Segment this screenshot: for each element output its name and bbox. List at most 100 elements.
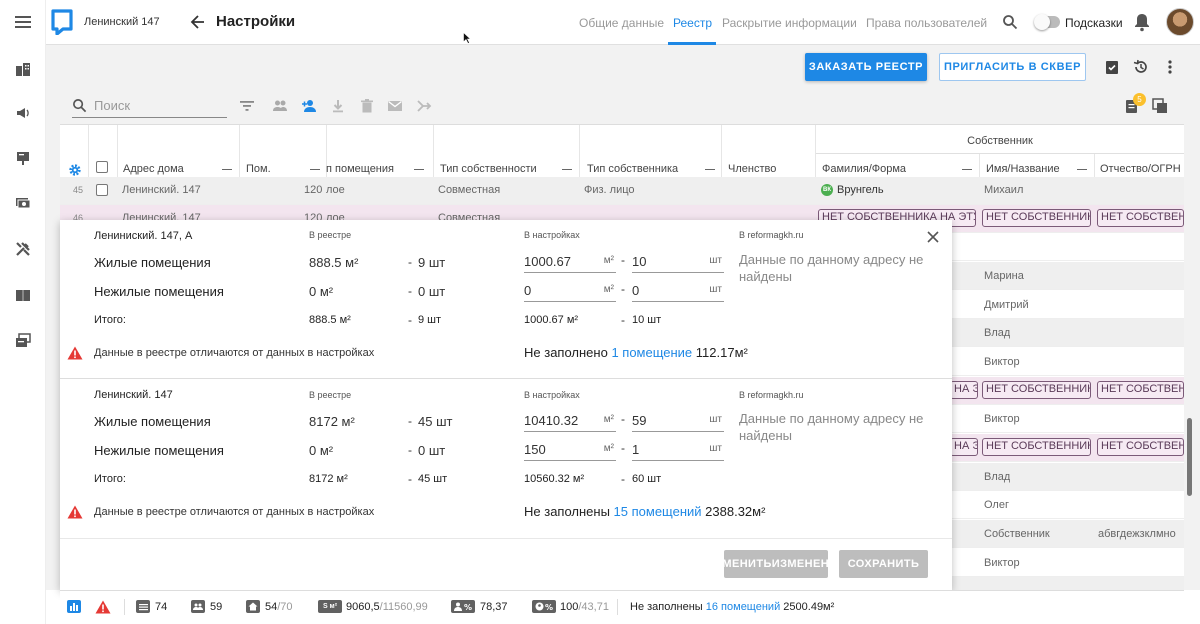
total-label: Итого: — [94, 473, 126, 485]
mouse-cursor-icon — [463, 31, 472, 44]
dash: - — [621, 313, 625, 327]
close-icon[interactable] — [926, 230, 940, 244]
merge-icon[interactable] — [416, 98, 432, 114]
area-icon: S м² — [318, 600, 342, 613]
col-menu[interactable] — [414, 169, 424, 170]
nonliving-count-input[interactable]: 1 шт — [632, 439, 724, 461]
nonliving-area-input[interactable]: 150 м² — [524, 439, 616, 461]
col-menu[interactable] — [705, 169, 715, 170]
tab-general[interactable]: Общие данные — [579, 16, 664, 30]
cell-name: Михаил — [984, 184, 1024, 196]
total-set-count: 60 шт — [632, 473, 662, 485]
col-settings: В настройках — [524, 230, 580, 240]
living-count-input[interactable]: 10 шт — [632, 251, 724, 273]
no-owner-tag: НА ЭТУ — [950, 381, 978, 399]
cell-room: 120 — [304, 184, 323, 196]
nonliving-area: 0 м² — [309, 443, 334, 458]
app-logo-icon[interactable] — [51, 9, 73, 36]
col-menu[interactable] — [310, 169, 320, 170]
tab-registry[interactable]: Реестр — [673, 16, 712, 30]
more-vert-icon[interactable] — [1162, 59, 1178, 75]
warning-icon[interactable] — [95, 600, 111, 614]
section-divider — [60, 378, 952, 379]
table-row[interactable]: 45 Ленинский. 147 120 лое Совместная Физ… — [60, 177, 1184, 205]
tab-user-rights[interactable]: Права пользователей — [866, 16, 987, 30]
search-icon — [72, 98, 87, 113]
col-menu[interactable] — [562, 169, 572, 170]
search-input[interactable] — [94, 98, 224, 113]
living-area-input[interactable]: 1000.67 м² — [524, 251, 616, 273]
col-address[interactable]: Адрес дома — [123, 163, 184, 175]
col-menu[interactable] — [222, 169, 232, 170]
save-button[interactable]: СОХРАНИТЬ — [839, 550, 928, 578]
total-label: Итого: — [94, 314, 126, 326]
search-field[interactable] — [72, 96, 227, 118]
not-filled-link[interactable]: 1 помещение — [611, 345, 692, 360]
no-owner-tag: НЕТ СОБСТВЕННИК — [982, 381, 1091, 399]
row-number: 45 — [73, 185, 84, 195]
menu-icon[interactable] — [12, 11, 34, 33]
history-icon[interactable] — [1133, 59, 1149, 75]
copy-icon[interactable] — [1152, 98, 1168, 114]
living-count-input[interactable]: 59 шт — [632, 410, 724, 432]
col-patronymic[interactable]: Отчество/ОГРН — [1100, 163, 1181, 175]
not-filled-summary: Не заполнены 15 помещений 2388.32м² — [524, 504, 765, 519]
book-icon[interactable] — [12, 284, 34, 306]
invite-button[interactable]: ПРИГЛАСИТЬ В СКВЕР — [939, 53, 1086, 81]
back-arrow-icon[interactable] — [189, 12, 207, 32]
col-ownership-type[interactable]: Тип собственности — [440, 163, 537, 175]
no-owner-tag: НЕТ СОБСТВЕННИК — [982, 438, 1091, 456]
status-not-filled: Не заполнены 16 помещений 2500.49м² — [630, 601, 834, 613]
table-scrollbar[interactable] — [1187, 418, 1192, 496]
filter-icon[interactable] — [239, 98, 255, 114]
col-menu[interactable] — [1077, 169, 1087, 170]
cards-icon[interactable] — [12, 330, 34, 352]
col-settings: В настройках — [524, 390, 580, 400]
delete-icon[interactable] — [359, 98, 375, 114]
tools-icon[interactable] — [12, 238, 34, 260]
megaphone-icon[interactable] — [12, 102, 34, 124]
dash: - — [408, 284, 412, 298]
not-filled-link[interactable]: 16 помещений — [706, 601, 780, 613]
living-area: 888.5 м² — [309, 255, 359, 270]
col-room[interactable]: Пом. — [246, 163, 271, 175]
hints-toggle[interactable] — [1034, 14, 1060, 30]
nonliving-area: 0 м² — [309, 284, 334, 299]
settings-gear-icon[interactable] — [68, 163, 82, 177]
percent-owner-value: 100/43,71 — [560, 601, 609, 613]
col-menu[interactable] — [962, 169, 972, 170]
cell-room-type: лое — [326, 184, 345, 196]
chart-icon[interactable] — [67, 600, 81, 613]
bell-icon[interactable] — [1133, 12, 1151, 32]
mail-icon[interactable] — [387, 98, 403, 114]
rows-count: 74 — [155, 601, 168, 613]
col-surname[interactable]: Фамилия/Форма — [822, 163, 906, 175]
download-icon[interactable] — [330, 98, 346, 114]
group-icon[interactable] — [272, 98, 288, 114]
living-area-input[interactable]: 10410.32 м² — [524, 410, 616, 432]
user-avatar[interactable] — [1166, 8, 1194, 36]
nonliving-count-input[interactable]: 0 шт — [632, 280, 724, 302]
col-room-type[interactable]: п помещения — [326, 163, 394, 175]
total-area: 8172 м² — [309, 473, 348, 485]
house-address[interactable]: Ленинский 147 — [84, 16, 160, 28]
order-registry-button[interactable]: ЗАКАЗАТЬ РЕЕСТР — [805, 53, 927, 81]
nonliving-area-input[interactable]: 0 м² — [524, 280, 616, 302]
payments-icon[interactable] — [12, 192, 34, 214]
row-checkbox[interactable] — [96, 184, 108, 196]
col-name[interactable]: Имя/Название — [986, 163, 1060, 175]
living-count: 45 шт — [418, 414, 453, 429]
tab-disclosure[interactable]: Раскрытие информации — [722, 16, 857, 30]
col-membership[interactable]: Членство — [728, 163, 776, 175]
buildings-icon[interactable] — [12, 58, 34, 80]
clipboard-check-icon[interactable] — [1104, 59, 1120, 75]
board-icon[interactable] — [12, 147, 34, 169]
search-icon[interactable] — [1002, 14, 1018, 30]
cancel-changes-button[interactable]: ОТМЕНИТЬ ИЗМЕНЕНИЯ — [706, 550, 845, 578]
add-person-icon[interactable] — [301, 98, 317, 114]
total-count: 45 шт — [418, 473, 448, 485]
living-area: 8172 м² — [309, 414, 355, 429]
not-filled-link[interactable]: 15 помещений — [614, 504, 702, 519]
col-owner-type[interactable]: Тип собственника — [587, 163, 678, 175]
select-all-checkbox[interactable] — [96, 161, 108, 173]
